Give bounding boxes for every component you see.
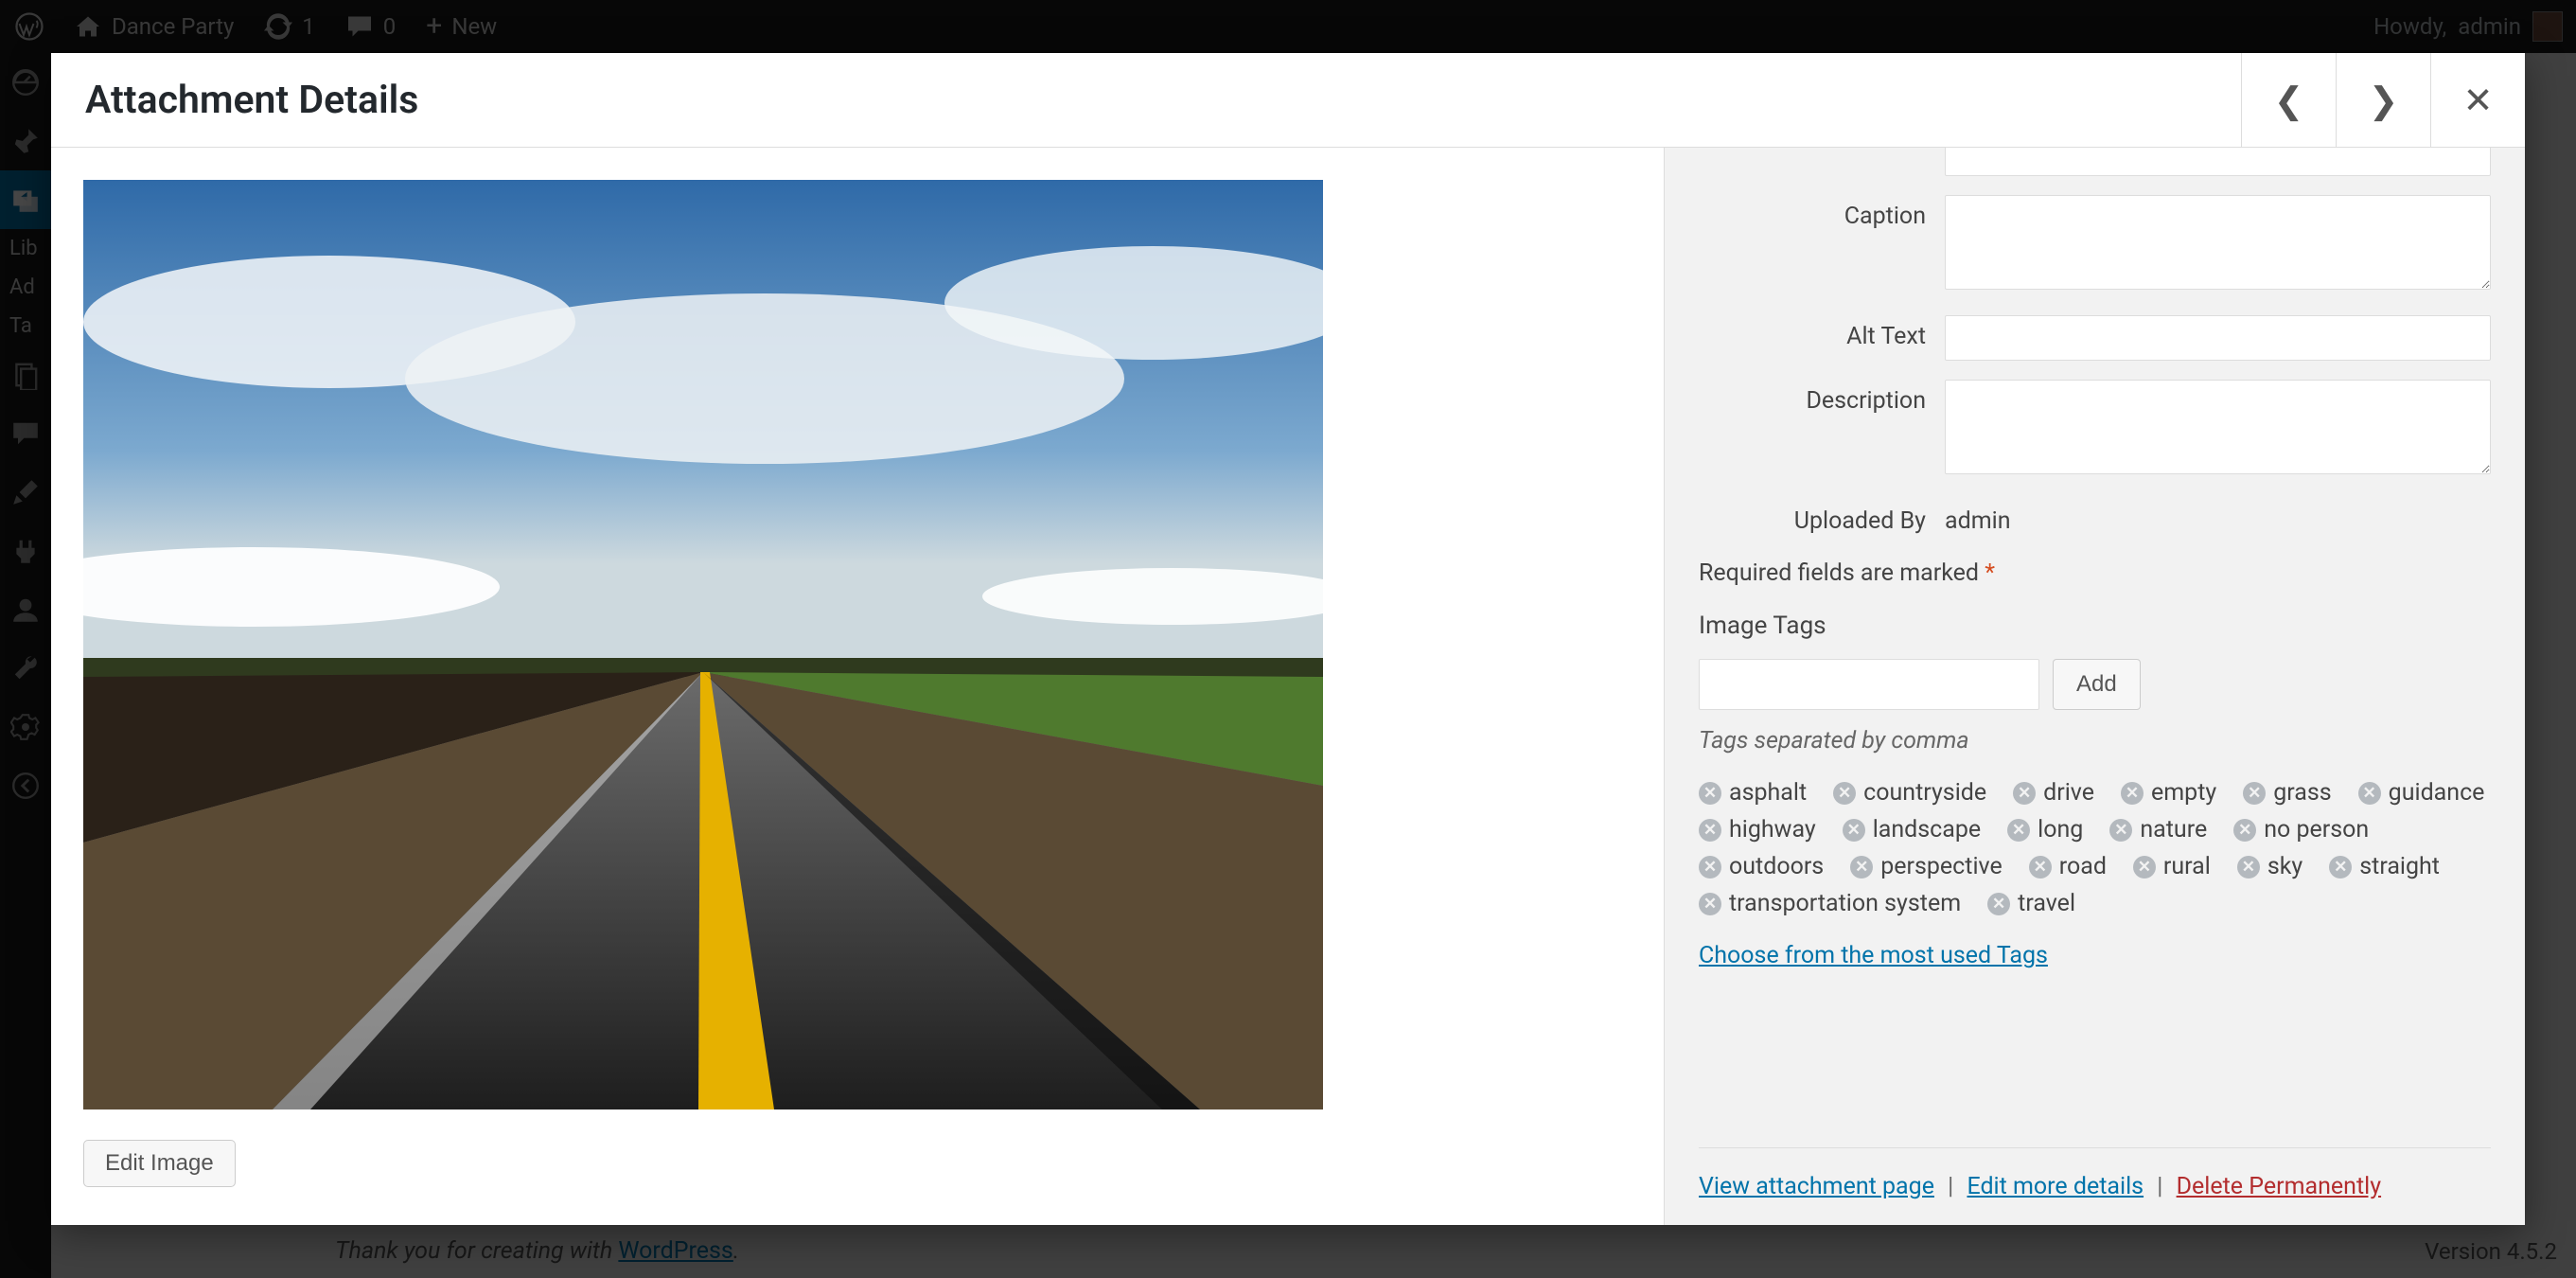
view-attachment-link[interactable]: View attachment page <box>1699 1173 1934 1200</box>
tag-label: travel <box>2018 890 2075 917</box>
tag-chip: ✕ empty <box>2121 779 2216 807</box>
modal-header: Attachment Details ❮ ❯ ✕ <box>51 53 2525 148</box>
tag-label: asphalt <box>1729 779 1807 807</box>
remove-tag-button[interactable]: ✕ <box>2233 819 2256 842</box>
remove-tag-button[interactable]: ✕ <box>2243 782 2266 805</box>
tag-chip: ✕ travel <box>1987 890 2075 917</box>
tag-label: guidance <box>2389 779 2485 807</box>
tag-chip: ✕ straight <box>2329 853 2440 880</box>
uploaded-by-label: Uploaded By <box>1699 500 1945 535</box>
remove-tag-button[interactable]: ✕ <box>1699 893 1721 915</box>
tag-label: sky <box>2267 853 2303 880</box>
attachment-image <box>83 180 1323 1109</box>
remove-tag-button[interactable]: ✕ <box>1699 819 1721 842</box>
add-tag-button[interactable]: Add <box>2053 659 2141 710</box>
description-field[interactable] <box>1945 380 2491 474</box>
edit-more-details-link[interactable]: Edit more details <box>1967 1173 2144 1200</box>
tag-chip: ✕ no person <box>2233 816 2369 843</box>
alt-text-field[interactable] <box>1945 315 2491 361</box>
close-modal-button[interactable]: ✕ <box>2430 53 2525 148</box>
most-used-tags-link[interactable]: Choose from the most used Tags <box>1699 942 2048 969</box>
tag-chip: ✕ sky <box>2237 853 2303 880</box>
tag-label: drive <box>2043 779 2094 807</box>
tag-chip: ✕ transportation system <box>1699 890 1961 917</box>
delete-permanently-link[interactable]: Delete Permanently <box>2177 1173 2381 1200</box>
uploaded-by-value: admin <box>1945 500 2011 535</box>
attachment-details-modal: Attachment Details ❮ ❯ ✕ <box>51 53 2525 1225</box>
tag-input[interactable] <box>1699 659 2039 710</box>
prev-attachment-button[interactable]: ❮ <box>2241 53 2336 148</box>
remove-tag-button[interactable]: ✕ <box>2007 819 2030 842</box>
tags-list: ✕ asphalt ✕ countryside ✕ drive ✕ empty ✕ grass ✕ g… <box>1699 779 2491 917</box>
attachment-preview-pane: Edit Image <box>51 148 1664 1225</box>
chevron-right-icon: ❯ <box>2369 80 2399 122</box>
tag-chip: ✕ grass <box>2243 779 2331 807</box>
remove-tag-button[interactable]: ✕ <box>1843 819 1865 842</box>
remove-tag-button[interactable]: ✕ <box>2109 819 2132 842</box>
remove-tag-button[interactable]: ✕ <box>1833 782 1856 805</box>
remove-tag-button[interactable]: ✕ <box>2329 856 2352 879</box>
tag-chip: ✕ perspective <box>1850 853 2003 880</box>
alt-text-label: Alt Text <box>1699 315 1945 350</box>
next-attachment-button[interactable]: ❯ <box>2336 53 2430 148</box>
remove-tag-button[interactable]: ✕ <box>2121 782 2144 805</box>
chevron-left-icon: ❮ <box>2274 80 2304 122</box>
close-icon: ✕ <box>2463 80 2494 122</box>
tag-chip: ✕ asphalt <box>1699 779 1807 807</box>
tag-chip: ✕ guidance <box>2358 779 2485 807</box>
tag-chip: ✕ drive <box>2013 779 2094 807</box>
tag-label: no person <box>2264 816 2369 843</box>
modal-title: Attachment Details <box>85 78 418 123</box>
remove-tag-button[interactable]: ✕ <box>1987 893 2010 915</box>
tag-chip: ✕ road <box>2029 853 2107 880</box>
required-asterisk: * <box>1985 559 1995 587</box>
remove-tag-button[interactable]: ✕ <box>1699 782 1721 805</box>
attachment-actions: View attachment page | Edit more details… <box>1699 1147 2491 1200</box>
tag-label: long <box>2038 816 2083 843</box>
edit-image-button[interactable]: Edit Image <box>83 1140 236 1187</box>
remove-tag-button[interactable]: ✕ <box>2013 782 2036 805</box>
tag-chip: ✕ nature <box>2109 816 2207 843</box>
caption-label: Caption <box>1699 195 1945 230</box>
attachment-details-pane: Caption Alt Text Description Uploaded By… <box>1664 148 2525 1225</box>
caption-field[interactable] <box>1945 195 2491 290</box>
tag-chip: ✕ highway <box>1699 816 1816 843</box>
tag-label: straight <box>2359 853 2440 880</box>
tag-label: rural <box>2163 853 2211 880</box>
tag-chip: ✕ rural <box>2133 853 2211 880</box>
required-fields-note: Required fields are marked * <box>1699 559 2491 587</box>
remove-tag-button[interactable]: ✕ <box>1850 856 1873 879</box>
remove-tag-button[interactable]: ✕ <box>2358 782 2381 805</box>
tag-label: transportation system <box>1729 890 1961 917</box>
tag-label: landscape <box>1873 816 1981 843</box>
description-label: Description <box>1699 380 1945 415</box>
tag-label: nature <box>2140 816 2207 843</box>
required-note-text: Required fields are marked <box>1699 559 1985 587</box>
tag-chip: ✕ landscape <box>1843 816 1981 843</box>
remove-tag-button[interactable]: ✕ <box>1699 856 1721 879</box>
pipe-separator: | <box>1940 1173 1961 1200</box>
image-tags-heading: Image Tags <box>1699 612 2491 640</box>
tag-label: highway <box>1729 816 1816 843</box>
remove-tag-button[interactable]: ✕ <box>2133 856 2156 879</box>
tag-label: outdoors <box>1729 853 1824 880</box>
tags-help-text: Tags separated by comma <box>1699 727 2491 754</box>
pipe-separator: | <box>2149 1173 2170 1200</box>
tag-label: road <box>2059 853 2107 880</box>
tag-chip: ✕ long <box>2007 816 2083 843</box>
url-field[interactable] <box>1945 148 2491 176</box>
tag-chip: ✕ outdoors <box>1699 853 1824 880</box>
tag-label: countryside <box>1863 779 1986 807</box>
tag-label: empty <box>2151 779 2216 807</box>
tag-chip: ✕ countryside <box>1833 779 1986 807</box>
tag-label: perspective <box>1880 853 2003 880</box>
remove-tag-button[interactable]: ✕ <box>2029 856 2052 879</box>
remove-tag-button[interactable]: ✕ <box>2237 856 2260 879</box>
tag-label: grass <box>2273 779 2331 807</box>
